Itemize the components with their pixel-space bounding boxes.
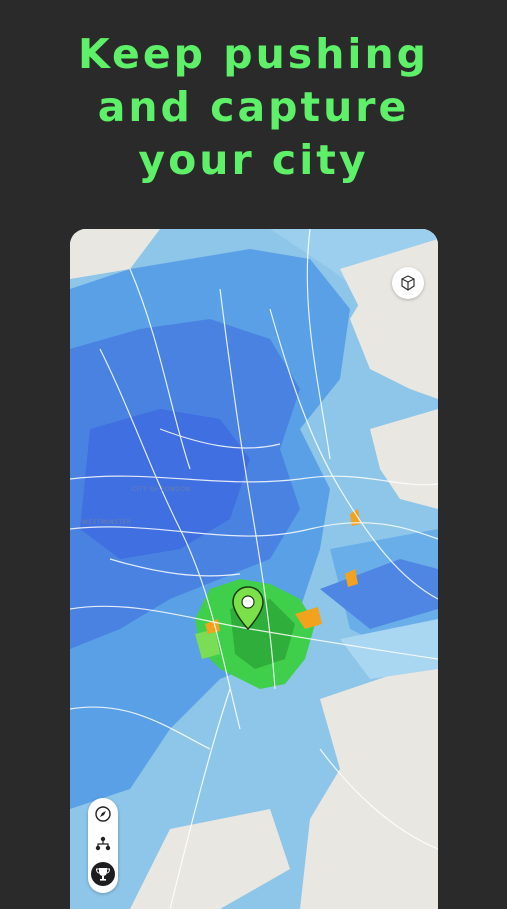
compass-button[interactable] [91, 802, 115, 826]
trophy-icon [95, 868, 111, 881]
team-button[interactable] [91, 832, 115, 856]
headline-line-2: and capture [97, 83, 410, 131]
map-label-westminster: WESTMINSTER [82, 519, 132, 526]
hierarchy-icon [95, 836, 111, 851]
headline-line-3: your city [138, 136, 369, 184]
view-3d-button[interactable] [392, 267, 424, 299]
location-pin-icon[interactable] [230, 585, 266, 633]
map-label-city-of-london: CITY OF LONDON [132, 486, 191, 493]
map-toolbar [88, 798, 118, 893]
headline: Keep pushing and capture your city [0, 28, 507, 187]
headline-line-1: Keep pushing [77, 30, 429, 78]
compass-icon [95, 806, 111, 822]
phone-screen: CITY OF LONDON WESTMINSTER [70, 229, 438, 909]
cube-icon [401, 275, 415, 291]
trophy-button[interactable] [91, 862, 115, 886]
territory-map[interactable] [70, 229, 438, 909]
